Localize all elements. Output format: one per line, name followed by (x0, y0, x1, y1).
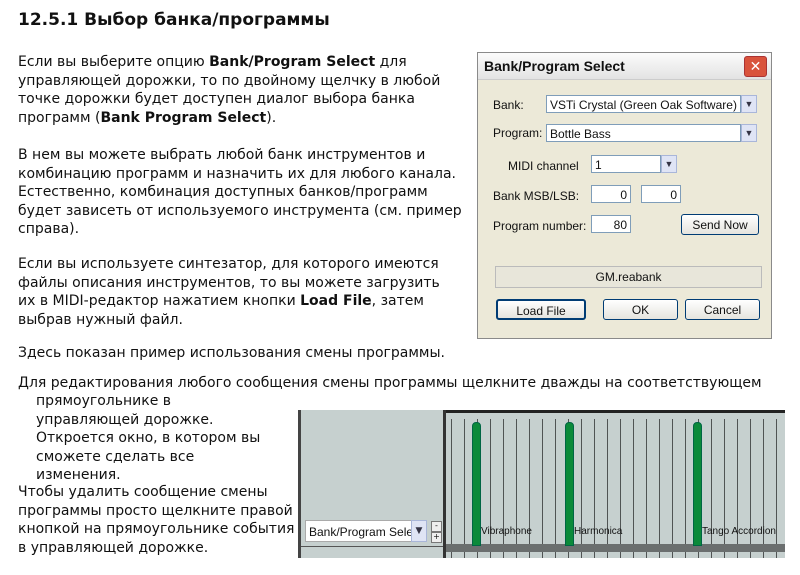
program-change-event[interactable] (693, 422, 702, 546)
chevron-down-icon[interactable]: ▼ (411, 520, 427, 542)
grid-line (659, 419, 660, 558)
midi-channel-label: MIDI channel (508, 159, 579, 173)
chevron-down-icon[interactable]: ▼ (741, 95, 757, 113)
program-change-event[interactable] (565, 422, 574, 546)
paragraph-edit: прямоугольнике в управляющей дорожке. От… (36, 393, 261, 483)
dialog-titlebar: Bank/Program Select (478, 53, 771, 80)
section-title: 12.5.1 Выбор банка/программы (18, 10, 330, 30)
grid-line (672, 419, 673, 558)
grid-line (503, 419, 504, 558)
paragraph-bank-select: Если вы выберите опцию Bank/Program Sele… (18, 54, 441, 126)
bank-label: Bank: (493, 98, 524, 112)
bank-msb-lsb-label: Bank MSB/LSB: (493, 189, 580, 203)
program-select[interactable]: Bottle Bass (546, 124, 741, 142)
event-label: Tango Accordion (702, 526, 776, 537)
program-label: Program: (493, 126, 543, 140)
cancel-button[interactable]: Cancel (685, 299, 760, 320)
send-now-button[interactable]: Send Now (681, 214, 759, 235)
grid-line (607, 419, 608, 558)
grid-line (750, 419, 751, 558)
bank-select[interactable]: VSTi Crystal (Green Oak Software) (546, 95, 741, 113)
bank-lsb-input[interactable]: 0 (641, 185, 681, 203)
control-track: Bank/Program Sele ▼ - + Vibraphone Harmo… (298, 410, 785, 558)
grid-line (620, 419, 621, 558)
grid-line (490, 419, 491, 558)
grid-line (464, 419, 465, 558)
chevron-down-icon[interactable]: ▼ (741, 124, 757, 142)
grid-line (542, 419, 543, 558)
program-change-event[interactable] (472, 422, 481, 546)
bank-program-dialog: Bank/Program Select ✕ Bank: VSTi Crystal… (477, 52, 772, 339)
load-file-button[interactable]: Load File (496, 299, 586, 320)
collapse-button[interactable]: - (431, 521, 442, 532)
grid-line (776, 419, 777, 558)
grid-line (724, 419, 725, 558)
ok-button[interactable]: OK (603, 299, 678, 320)
event-label: Vibraphone (481, 526, 532, 537)
paragraph-delete: Чтобы удалить сообщение смены программы … (18, 484, 295, 556)
grid-line (633, 419, 634, 558)
expand-button[interactable]: + (431, 532, 442, 543)
chevron-down-icon[interactable]: ▼ (661, 155, 677, 173)
grid-line (685, 419, 686, 558)
grid-line (555, 419, 556, 558)
grid-line (529, 419, 530, 558)
close-button[interactable]: ✕ (744, 56, 767, 77)
paragraph-load-file: Если вы используете синтезатор, для кото… (18, 256, 440, 328)
program-number-input[interactable]: 80 (591, 215, 631, 233)
grid-line (763, 419, 764, 558)
paragraph-edit-line1: Для редактирования любого сообщения смен… (18, 375, 762, 391)
midi-channel-select[interactable]: 1 (591, 155, 661, 173)
bank-msb-input[interactable]: 0 (591, 185, 631, 203)
grid-line (581, 419, 582, 558)
grid-line (711, 419, 712, 558)
program-number-label: Program number: (493, 219, 587, 233)
grid-line (646, 419, 647, 558)
grid-line (737, 419, 738, 558)
lane-type-select[interactable]: Bank/Program Sele (305, 520, 413, 542)
event-label: Harmonica (574, 526, 623, 537)
bank-file-name: GM.reabank (495, 266, 762, 288)
paragraph-example: Здесь показан пример использования смены… (18, 345, 445, 361)
grid-line (594, 419, 595, 558)
grid-line (516, 419, 517, 558)
grid-line (451, 419, 452, 558)
paragraph-bank-combos: В нем вы можете выбрать любой банк инстр… (18, 147, 462, 237)
